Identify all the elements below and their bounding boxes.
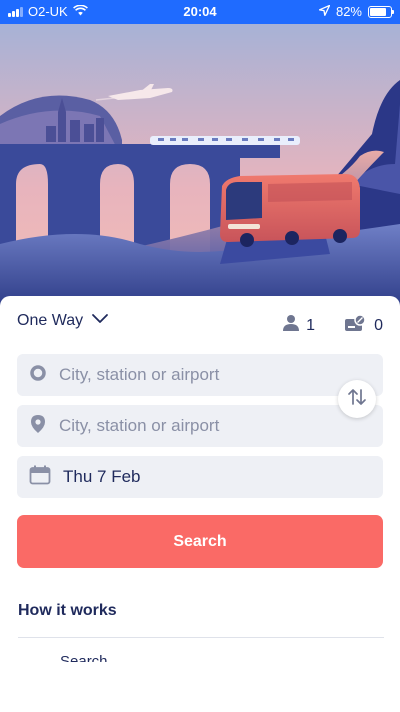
battery-percent: 82% [335,4,362,19]
discount-cards-selector[interactable]: 0 [344,314,383,337]
origin-circle-icon [29,364,47,387]
section-divider [18,637,384,638]
trip-type-label: One Way [17,312,84,329]
trip-type-selector[interactable]: One Way [17,312,109,330]
discount-card-icon [344,314,366,337]
hero-illustration [0,24,400,324]
passengers-count: 1 [306,316,315,334]
swap-locations-button[interactable] [338,380,376,418]
map-pin-icon [29,414,47,439]
battery-icon [368,5,394,18]
swap-arrows-icon [347,387,367,412]
passengers-selector[interactable]: 1 [282,314,315,337]
destination-placeholder: City, station or airport [59,416,220,435]
search-card: One Way 1 0 City, station or airport Cit… [0,296,400,712]
date-value: Thu 7 Feb [63,467,141,486]
status-bar: O2-UK 20:04 82% [0,0,400,24]
destination-field[interactable]: City, station or airport [17,405,383,447]
discounts-count: 0 [374,316,383,334]
calendar-icon [29,465,51,490]
trip-options-row: One Way 1 0 [17,312,383,340]
search-button[interactable]: Search [17,515,383,568]
status-right: 82% [318,4,394,19]
how-it-works-title: How it works [18,602,117,619]
chevron-down-icon [91,312,109,330]
how-it-works-step-peek: Search [60,653,108,662]
origin-placeholder: City, station or airport [59,365,220,384]
person-icon [282,314,300,337]
location-arrow-icon [318,4,331,19]
battery-fill [370,7,387,16]
origin-field[interactable]: City, station or airport [17,354,383,396]
date-field[interactable]: Thu 7 Feb [17,456,383,498]
